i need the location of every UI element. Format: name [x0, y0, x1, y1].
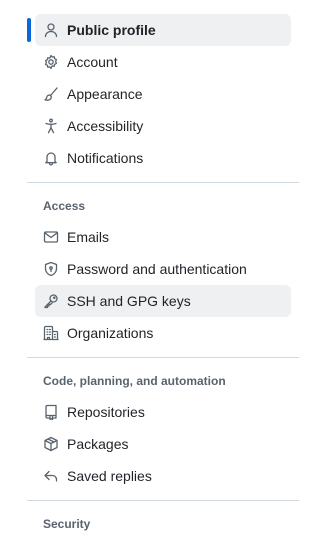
- divider: [27, 500, 299, 501]
- sidebar-item-account[interactable]: Account: [35, 46, 291, 78]
- sidebar-item-label: Notifications: [67, 150, 144, 166]
- sidebar-item-organizations[interactable]: Organizations: [35, 317, 291, 349]
- divider: [27, 182, 299, 183]
- organization-icon: [43, 325, 59, 341]
- sidebar-item-label: Public profile: [67, 22, 156, 38]
- sidebar-item-label: Repositories: [67, 404, 145, 420]
- sidebar-item-public-profile[interactable]: Public profile: [27, 14, 291, 46]
- gear-icon: [43, 54, 59, 70]
- sidebar-item-label: Account: [67, 54, 118, 70]
- sidebar-item-label: Password and authentication: [67, 261, 247, 277]
- sidebar-item-appearance[interactable]: Appearance: [35, 78, 291, 110]
- sidebar-item-repositories[interactable]: Repositories: [35, 396, 291, 428]
- sidebar-item-emails[interactable]: Emails: [35, 221, 291, 253]
- sidebar-item-label: Appearance: [67, 86, 143, 102]
- sidebar-item-label: Emails: [67, 229, 110, 245]
- sidebar-item-label: Saved replies: [67, 468, 152, 484]
- sidebar-item-label: Organizations: [67, 325, 154, 341]
- repo-icon: [43, 404, 59, 420]
- sidebar-item-label: SSH and GPG keys: [67, 293, 191, 309]
- bell-icon: [43, 150, 59, 166]
- section-heading-automation: Code, planning, and automation: [43, 374, 226, 388]
- settings-sidebar: Public profile Account Appearance Access…: [27, 14, 299, 539]
- sidebar-item-packages[interactable]: Packages: [35, 428, 291, 460]
- sidebar-item-saved-replies[interactable]: Saved replies: [35, 460, 291, 492]
- section-heading-access: Access: [43, 199, 86, 213]
- person-icon: [43, 22, 59, 38]
- sidebar-item-accessibility[interactable]: Accessibility: [35, 110, 291, 142]
- key-icon: [43, 293, 59, 309]
- sidebar-item-ssh-gpg-keys[interactable]: SSH and GPG keys: [35, 285, 291, 317]
- accessibility-icon: [43, 118, 59, 134]
- active-indicator: [27, 18, 31, 42]
- paintbrush-icon: [43, 86, 59, 102]
- sidebar-item-notifications[interactable]: Notifications: [35, 142, 291, 174]
- section-heading-security: Security: [43, 517, 91, 531]
- divider: [27, 357, 299, 358]
- shield-lock-icon: [43, 261, 59, 277]
- package-icon: [43, 436, 59, 452]
- sidebar-item-password[interactable]: Password and authentication: [35, 253, 291, 285]
- sidebar-item-label: Accessibility: [67, 118, 144, 134]
- reply-icon: [43, 468, 59, 484]
- sidebar-item-label: Packages: [67, 436, 129, 452]
- mail-icon: [43, 229, 59, 245]
